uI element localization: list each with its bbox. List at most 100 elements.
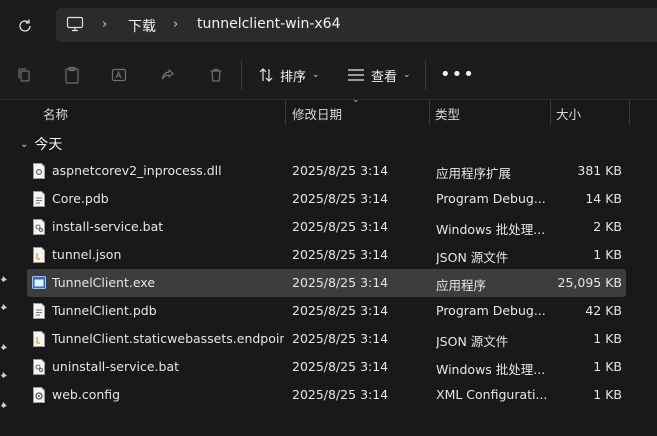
file-date-modified: 2025/8/25 3:14 — [292, 219, 389, 234]
file-size: 1 KB — [593, 359, 622, 374]
column-type[interactable]: 类型 — [435, 104, 460, 123]
file-type: XML Configurati... — [436, 387, 546, 402]
file-size: 381 KB — [577, 163, 622, 178]
pin-icon[interactable] — [0, 275, 8, 283]
file-type: JSON 源文件 — [436, 250, 509, 265]
chevron-down-icon: ⌄ — [20, 138, 29, 150]
config-file-icon — [33, 387, 45, 403]
file-date-modified: 2025/8/25 3:14 — [292, 359, 389, 374]
file-name: web.config — [52, 387, 121, 402]
sort-button[interactable]: 排序 ⌄ — [258, 62, 320, 88]
file-row[interactable]: TunnelClient.pdb 2025/8/25 3:14 Program De… — [27, 297, 626, 325]
pdb-file-icon — [33, 303, 45, 319]
file-size: 25,095 KB — [557, 275, 622, 290]
file-name: TunnelClient.pdb — [52, 303, 157, 318]
file-name: TunnelClient.exe — [52, 275, 156, 290]
column-name[interactable]: 名称 — [43, 104, 68, 123]
column-divider[interactable] — [429, 100, 430, 125]
pin-icon[interactable] — [0, 343, 8, 351]
file-type: 应用程序 — [436, 278, 487, 293]
column-divider[interactable] — [285, 100, 286, 125]
file-size: 1 KB — [593, 387, 622, 402]
dll-file-icon — [33, 163, 45, 179]
view-label: 查看 — [371, 69, 398, 85]
column-divider[interactable] — [629, 100, 630, 125]
file-name: uninstall-service.bat — [52, 359, 180, 374]
refresh-icon — [19, 19, 31, 32]
file-size: 1 KB — [593, 331, 622, 346]
breadcrumb-downloads[interactable]: 下载 — [128, 16, 156, 36]
file-type: Program Debug... — [436, 303, 546, 318]
file-name: Core.pdb — [52, 191, 109, 206]
pin-icon[interactable] — [0, 371, 8, 379]
file-type: JSON 源文件 — [436, 334, 509, 349]
chevron-down-icon: ⌄ — [403, 70, 411, 80]
file-name: aspnetcorev2_inprocess.dll — [52, 163, 222, 178]
chevron-right-icon[interactable]: › — [173, 17, 178, 32]
delete-button[interactable] — [206, 65, 226, 85]
file-row[interactable]: web.config 2025/8/25 3:14 XML Configurati.… — [27, 381, 626, 409]
file-date-modified: 2025/8/25 3:14 — [292, 387, 389, 402]
column-date-modified[interactable]: 修改日期 — [292, 104, 342, 123]
toolbar-divider — [425, 60, 426, 90]
paste-button[interactable] — [62, 65, 82, 85]
file-type: Windows 批处理... — [436, 222, 546, 237]
file-row[interactable]: TunnelClient.exe 2025/8/25 3:14 应用程序 25,095… — [27, 269, 626, 297]
file-size: 2 KB — [593, 219, 622, 234]
file-type: Program Debug... — [436, 191, 546, 206]
view-icon — [348, 69, 364, 81]
share-button[interactable] — [158, 65, 178, 85]
file-row[interactable]: uninstall-service.bat 2025/8/25 3:14 Windo… — [27, 353, 626, 381]
file-date-modified: 2025/8/25 3:14 — [292, 275, 389, 290]
pin-icon[interactable] — [0, 303, 8, 311]
copy-icon — [18, 68, 30, 82]
file-name: TunnelClient.staticwebassets.endpoin... — [52, 331, 284, 346]
bat-file-icon — [33, 219, 45, 235]
group-header-today[interactable]: ⌄ 今天 — [20, 134, 62, 154]
column-size[interactable]: 大小 — [556, 104, 581, 123]
file-type: Windows 批处理... — [436, 362, 546, 377]
json-file-icon — [33, 247, 45, 263]
copy-button[interactable] — [14, 65, 34, 85]
file-size: 14 KB — [585, 191, 622, 206]
column-divider[interactable] — [550, 100, 551, 125]
json-file-icon — [33, 331, 45, 347]
file-size: 1 KB — [593, 247, 622, 262]
sort-label: 排序 — [280, 69, 307, 85]
exe-file-icon — [32, 276, 46, 289]
sort-indicator-icon: ⌄ — [352, 95, 360, 105]
pin-icon[interactable] — [0, 401, 8, 409]
file-row[interactable]: install-service.bat 2025/8/25 3:14 Windows… — [27, 213, 626, 241]
chevron-down-icon: ⌄ — [312, 70, 320, 80]
chevron-right-icon[interactable]: › — [102, 17, 107, 32]
file-name: install-service.bat — [52, 219, 164, 234]
group-label: 今天 — [34, 137, 63, 153]
file-row[interactable]: aspnetcorev2_inprocess.dll 2025/8/25 3:14… — [27, 157, 626, 185]
toolbar-divider — [241, 60, 242, 90]
column-header: 名称 修改日期 类型 大小 — [10, 100, 657, 125]
file-date-modified: 2025/8/25 3:14 — [292, 163, 389, 178]
rename-icon — [111, 68, 127, 82]
file-row[interactable]: TunnelClient.staticwebassets.endpoin... 2… — [27, 325, 626, 353]
rename-button[interactable] — [110, 65, 130, 85]
more-options-button[interactable]: ••• — [440, 66, 475, 84]
file-name: tunnel.json — [52, 247, 122, 262]
refresh-button[interactable] — [12, 13, 38, 39]
file-row[interactable]: tunnel.json 2025/8/25 3:14 JSON 源文件 1 KB — [27, 241, 626, 269]
sort-icon — [259, 68, 273, 82]
paste-icon — [65, 66, 79, 84]
navigation-pane-edge — [0, 100, 10, 436]
file-row[interactable]: Core.pdb 2025/8/25 3:14 Program Debug... 14… — [27, 185, 626, 213]
trash-icon — [210, 68, 222, 82]
command-bar: 排序 ⌄ 查看 ⌄ ••• — [0, 50, 657, 100]
breadcrumb-current-folder[interactable]: tunnelclient-win-x64 — [197, 16, 340, 32]
file-size: 42 KB — [585, 303, 622, 318]
file-date-modified: 2025/8/25 3:14 — [292, 303, 389, 318]
file-date-modified: 2025/8/25 3:14 — [292, 247, 389, 262]
computer-icon — [66, 16, 84, 32]
file-type: 应用程序扩展 — [436, 166, 512, 181]
bat-file-icon — [33, 359, 45, 375]
view-button[interactable]: 查看 ⌄ — [347, 62, 411, 88]
share-icon — [161, 69, 174, 80]
file-date-modified: 2025/8/25 3:14 — [292, 191, 389, 206]
